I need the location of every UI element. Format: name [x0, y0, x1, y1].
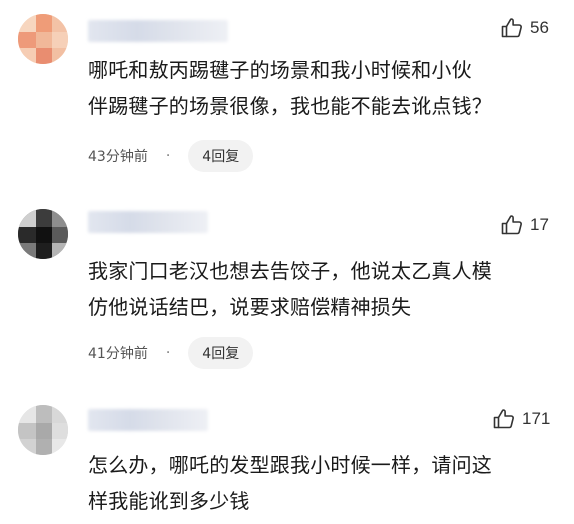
comment-text: 怎么办，哪吒的发型跟我小时候一样，请问这 样我能讹到多少钱	[88, 447, 558, 519]
comment-time: 43分钟前	[88, 149, 148, 165]
thumbs-up-icon	[501, 215, 522, 235]
thumbs-up-icon	[493, 409, 514, 429]
comment-text: 我家门口老汉也想去告饺子，他说太乙真人模 仿他说话结巴，说要求赔偿精神损失	[88, 253, 558, 325]
meta-separator: ·	[165, 345, 171, 361]
meta-separator: ·	[165, 148, 171, 164]
thumbs-up-icon	[501, 18, 522, 38]
comment-text-line: 样我能讹到多少钱	[88, 489, 250, 513]
comment-text: 哪吒和敖丙踢毽子的场景和我小时候和小伙 伴踢毽子的场景很像，我也能不能去讹点钱？	[88, 52, 558, 124]
comment-text-line: 伴踢毽子的场景很像，我也能不能去讹点钱？	[88, 94, 492, 118]
comment-item: 56 哪吒和敖丙踢毽子的场景和我小时候和小伙 伴踢毽子的场景很像，我也能不能去讹…	[0, 0, 574, 185]
like-count: 171	[522, 409, 551, 428]
reply-count-button[interactable]: 4回复	[188, 140, 254, 172]
avatar[interactable]	[18, 14, 68, 64]
like-button[interactable]: 171	[492, 407, 550, 431]
like-count: 17	[530, 215, 549, 234]
comment-item: 17 我家门口老汉也想去告饺子，他说太乙真人模 仿他说话结巴，说要求赔偿精神损失…	[0, 185, 574, 385]
comment-item: 171 怎么办，哪吒的发型跟我小时候一样，请问这 样我能讹到多少钱	[0, 385, 574, 524]
like-button[interactable]: 17	[500, 213, 549, 237]
avatar[interactable]	[18, 405, 68, 455]
comment-meta: 43分钟前 · 4回复	[88, 140, 254, 172]
comment-text-line: 怎么办，哪吒的发型跟我小时候一样，请问这	[88, 453, 492, 477]
comment-text-line: 仿他说话结巴，说要求赔偿精神损失	[88, 295, 412, 319]
comment-time: 41分钟前	[88, 346, 148, 362]
reply-count-button[interactable]: 4回复	[188, 337, 254, 369]
username[interactable]	[88, 409, 208, 431]
avatar[interactable]	[18, 209, 68, 259]
like-count: 56	[530, 18, 549, 37]
like-button[interactable]: 56	[500, 16, 549, 40]
username[interactable]	[88, 20, 228, 42]
comment-text-line: 哪吒和敖丙踢毽子的场景和我小时候和小伙	[88, 58, 472, 82]
comment-meta: 41分钟前 · 4回复	[88, 337, 254, 369]
comment-text-line: 我家门口老汉也想去告饺子，他说太乙真人模	[88, 259, 492, 283]
username[interactable]	[88, 211, 208, 233]
